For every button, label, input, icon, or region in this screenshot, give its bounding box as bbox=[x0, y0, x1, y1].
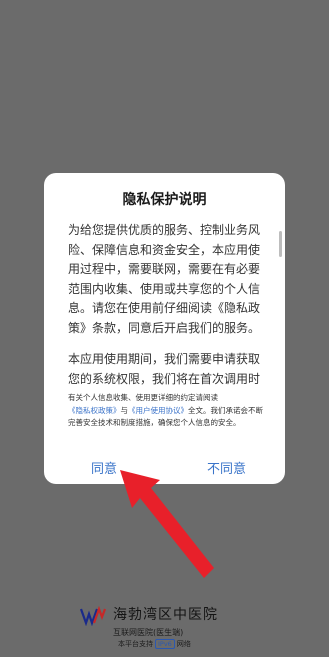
privacy-text-scroll[interactable]: 为给您提供优质的服务、控制业务风险、保障信息和资金安全，本应用使用过程中，需要联… bbox=[68, 221, 271, 407]
scrollbar[interactable] bbox=[279, 231, 282, 257]
notice-prefix: 有关个人信息收集、使用更详细的约定请阅读 bbox=[68, 393, 218, 402]
privacy-policy-link[interactable]: 《隐私权政策》 bbox=[68, 406, 121, 415]
hospital-subtitle: 互联网医院(医生端) bbox=[113, 628, 184, 637]
red-arrow-annotation bbox=[120, 470, 214, 578]
dialog-title: 隐私保护说明 bbox=[122, 192, 207, 208]
hospital-logo bbox=[80, 606, 106, 626]
ipv6-badge: IPv6 bbox=[155, 639, 175, 649]
platform-prefix: 本平台支持 bbox=[118, 640, 153, 648]
platform-suffix: 网络 bbox=[176, 640, 191, 648]
privacy-dialog: 隐私保护说明 为给您提供优质的服务、控制业务风险、保障信息和资金安全，本应用使用… bbox=[44, 173, 285, 484]
ipv6-support-text: 本平台支持 IPv6 网络 bbox=[118, 639, 191, 649]
user-agreement-link[interactable]: 《用户使用协议》 bbox=[128, 406, 188, 415]
agree-button[interactable]: 同意 bbox=[91, 458, 117, 477]
hospital-name: 海勃湾区中医院 bbox=[113, 607, 218, 623]
privacy-paragraph-1: 为给您提供优质的服务、控制业务风险、保障信息和资金安全，本应用使用过程中，需要联… bbox=[68, 223, 261, 335]
notice-and: 与 bbox=[120, 405, 129, 415]
privacy-notice: 有关个人信息收集、使用更详细的约定请阅读《隐私权政策》与《用户使用协议》全文。我… bbox=[68, 390, 269, 430]
